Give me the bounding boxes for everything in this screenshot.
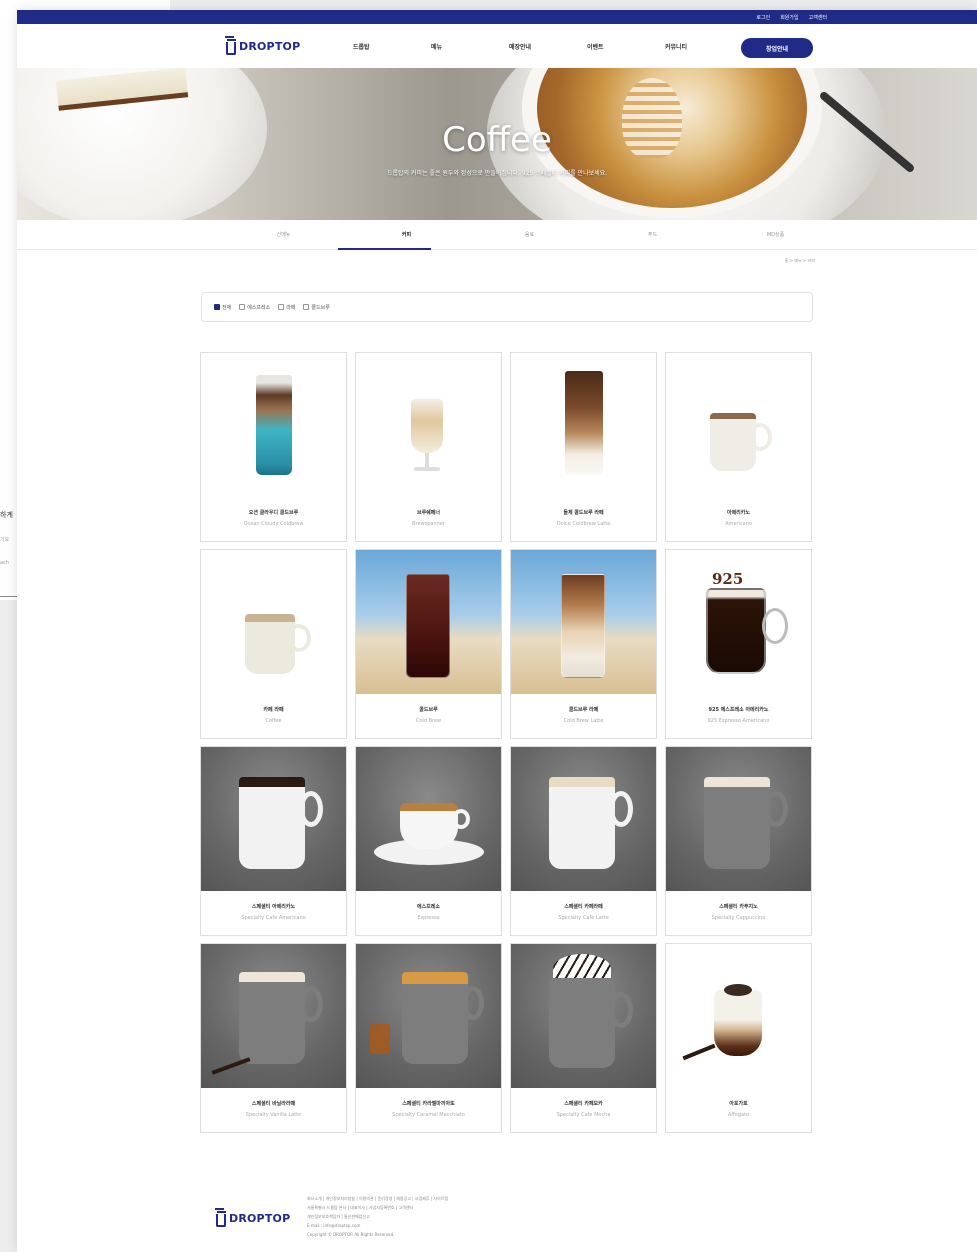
divider [0, 596, 17, 597]
nav-item-event[interactable]: 이벤트 [587, 42, 665, 51]
checkbox-icon [303, 304, 310, 310]
hero-title: Coffee [442, 120, 552, 160]
925-foam-art: 925 [712, 570, 744, 588]
product-photo [666, 747, 811, 891]
global-nav: DROPTOP 드롭탑 메뉴 매장안내 이벤트 커뮤니티 창업안내 [17, 24, 977, 68]
footer-logo[interactable]: DROPTOP [215, 1208, 290, 1228]
support-link[interactable]: 고객센터 [809, 14, 827, 21]
checkbox-icon [278, 304, 285, 310]
filter-latte[interactable]: 라떼 [278, 304, 295, 311]
tab-md[interactable]: MD상품 [714, 220, 837, 249]
product-photo [201, 550, 346, 694]
footer-line: 서울특별시 드롭탑 본사 | 대표이사 | 사업자등록번호 | 고객센터 [307, 1205, 414, 1210]
utility-bar: 로그인 회원가입 고객센터 [17, 10, 977, 24]
main-menu: 드롭탑 메뉴 매장안내 이벤트 커뮤니티 [353, 24, 743, 68]
category-tabs: 신메뉴 커피 음료 푸드 MD상품 [17, 220, 977, 250]
product-card[interactable]: 스페셜티 아메리카노 Specialty Cafe Americano [200, 746, 347, 936]
product-photo [356, 353, 501, 497]
logo-text: DROPTOP [239, 39, 301, 53]
breadcrumb: 홈 > 메뉴 > 커피 [784, 258, 815, 263]
product-photo [356, 747, 501, 891]
product-card[interactable]: 아포가토 Affogato [665, 943, 812, 1133]
checkbox-icon [239, 304, 246, 310]
login-link[interactable]: 로그인 [756, 14, 770, 21]
screenshot-stage: 하계 기요 ach 로그인 회원가입 고객센터 DROPTOP 드롭탑 메뉴 매… [0, 0, 977, 1252]
nav-item-droptop[interactable]: 드롭탑 [353, 42, 431, 51]
product-card[interactable]: 스페셜티 카페라떼 Specialty Cafe Latte [510, 746, 657, 936]
bg-left-fragment: 하계 [0, 511, 13, 519]
tab-new[interactable]: 신메뉴 [222, 220, 345, 249]
filter-all[interactable]: 전체 [214, 304, 231, 311]
product-photo [201, 353, 346, 497]
product-card[interactable]: 카페 라떼 Coffee [200, 549, 347, 739]
product-photo [201, 944, 346, 1088]
footer-links[interactable]: 회사소개 | 개인정보처리방침 | 이용약관 | 윤리경영 | 채용공고 | 사… [307, 1194, 448, 1203]
signup-link[interactable]: 회원가입 [780, 14, 798, 21]
product-photo: 925 [666, 550, 811, 694]
bg-left-fragment: 기요 [0, 537, 10, 543]
nav-item-community[interactable]: 커뮤니티 [665, 42, 743, 51]
filter-espresso[interactable]: 에스프레소 [239, 304, 270, 311]
nav-item-store[interactable]: 매장안내 [509, 42, 587, 51]
droptop-logo[interactable]: DROPTOP [225, 36, 300, 56]
product-card[interactable]: 스페셜티 바닐라라떼 Specialty Vanilla Latte [200, 943, 347, 1133]
product-photo [511, 944, 656, 1088]
active-tab-underline [338, 248, 431, 250]
product-photo [666, 944, 811, 1088]
filter-coldbrew[interactable]: 콜드브루 [303, 304, 330, 311]
franchise-button[interactable]: 창업안내 [741, 38, 813, 58]
checkbox-checked-icon [214, 304, 220, 310]
product-card[interactable]: 스페셜티 카라멜마끼아또 Specialty Caramel Macchiato [355, 943, 502, 1133]
filter-bar: 전체 에스프레소 라떼 콜드브루 [201, 292, 813, 322]
cup-logo-icon [225, 36, 237, 56]
product-photo [666, 353, 811, 497]
product-card[interactable]: 오션 클라우디 콜드브루 Ocean Cloudy Coldbrew [200, 352, 347, 542]
footer: DROPTOP 회사소개 | 개인정보처리방침 | 이용약관 | 윤리경영 | … [17, 1178, 977, 1252]
footer-info: 회사소개 | 개인정보처리방침 | 이용약관 | 윤리경영 | 채용공고 | 사… [307, 1194, 448, 1239]
footer-copyright: Copyright © DROPTOP. All Rights Reserved… [307, 1232, 395, 1237]
product-photo [511, 353, 656, 497]
product-card[interactable]: 스페셜티 카페모카 Specialty Cafe Mocha [510, 943, 657, 1133]
product-card[interactable]: 돌체 콜드브루 라떼 Dolce Coldbrew Latte [510, 352, 657, 542]
footer-line: E-mail : info@droptop.com [307, 1223, 361, 1228]
cup-logo-icon [215, 1208, 227, 1228]
product-grid: 오션 클라우디 콜드브루 Ocean Cloudy Coldbrew 브루쉐페너… [200, 352, 813, 1133]
product-card[interactable]: 스페셜티 카푸치노 Specialty Cappuccino [665, 746, 812, 936]
tab-beverage[interactable]: 음료 [468, 220, 591, 249]
footer-line: 개인정보보호책임자 | 통신판매업신고 [307, 1214, 370, 1219]
product-card[interactable]: 에스프레소 Espresso [355, 746, 502, 936]
tab-coffee[interactable]: 커피 [345, 220, 468, 249]
product-photo [511, 747, 656, 891]
product-photo [511, 550, 656, 694]
product-card[interactable]: 925 925 에스프레소 아메리카노 925 Espresso America… [665, 549, 812, 739]
hero-banner: Coffee 드롭탑의 커피는 좋은 원두와 정성으로 만들어집니다. 925 … [17, 68, 977, 220]
product-card[interactable]: 브루쉐페너 Brewspanner [355, 352, 502, 542]
hero-subtitle: 드롭탑의 커피는 좋은 원두와 정성으로 만들어집니다. 925 스페셜티 커피… [386, 170, 608, 177]
product-card[interactable]: 콜드브루 라떼 Cold Brew Latte [510, 549, 657, 739]
product-photo [201, 747, 346, 891]
product-photo [356, 550, 501, 694]
product-photo [356, 944, 501, 1088]
bg-left-fragment: ach [0, 560, 9, 566]
coffee-menu-page: 로그인 회원가입 고객센터 DROPTOP 드롭탑 메뉴 매장안내 이벤트 커뮤… [17, 10, 977, 1252]
nav-item-menu[interactable]: 메뉴 [431, 42, 509, 51]
product-card[interactable]: 아메리카노 Americano [665, 352, 812, 542]
tab-food[interactable]: 푸드 [591, 220, 714, 249]
product-card[interactable]: 콜드브루 Cold Brew [355, 549, 502, 739]
